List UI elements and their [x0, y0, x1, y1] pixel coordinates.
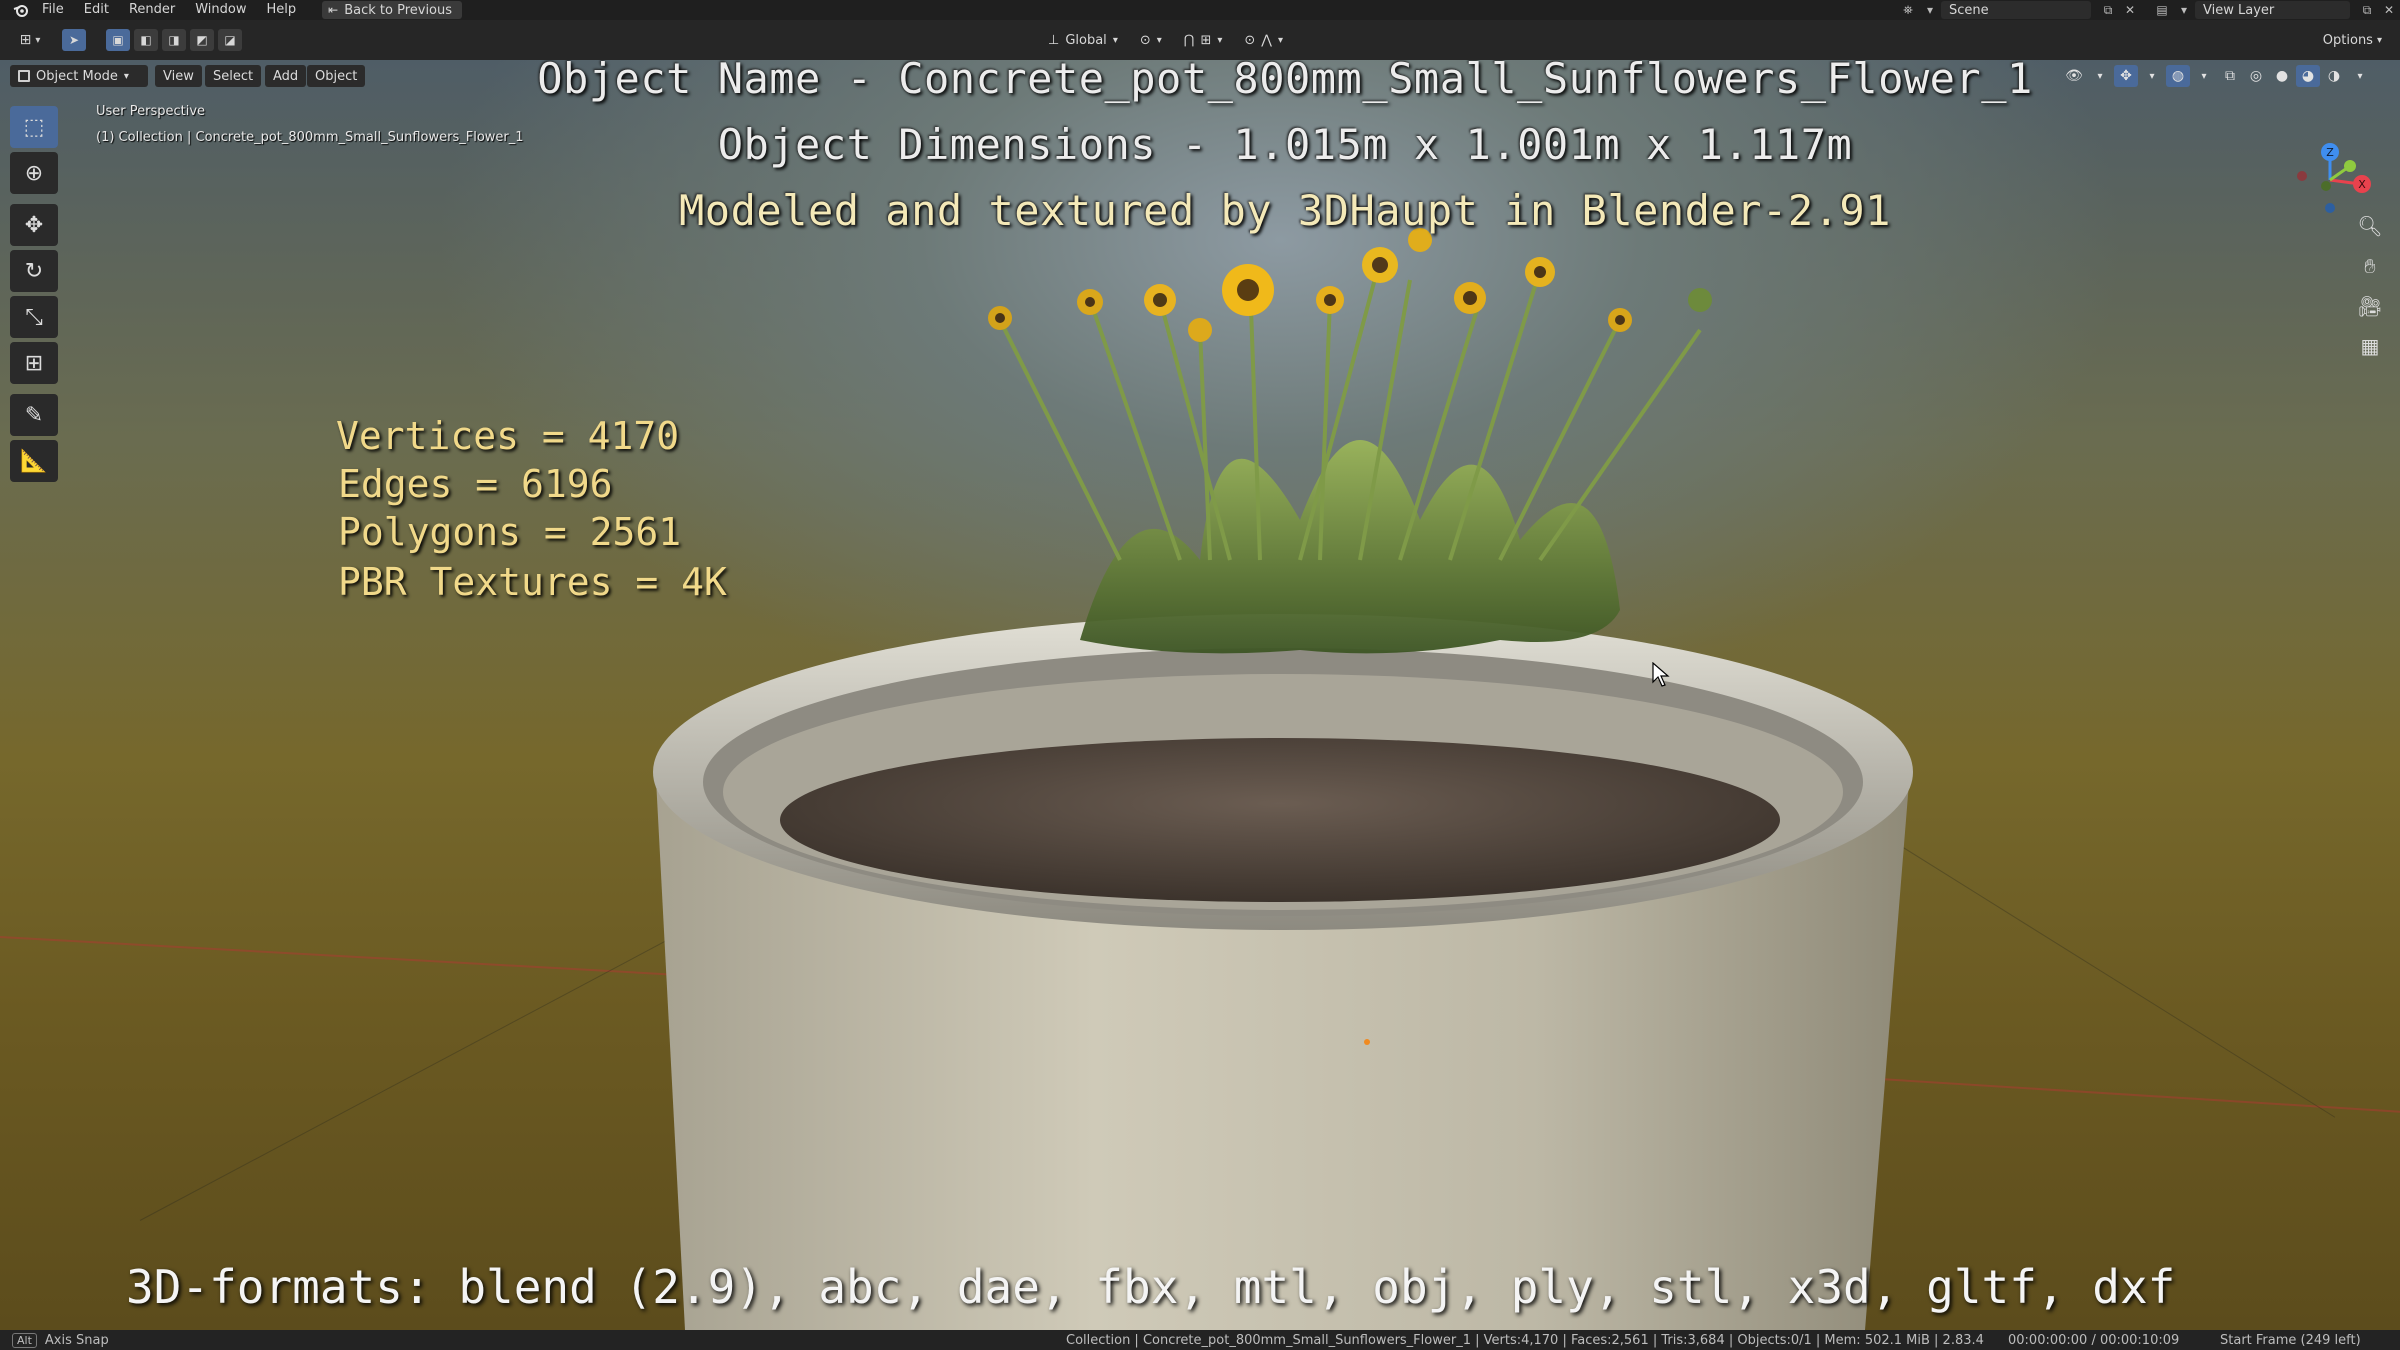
concrete-pot-model[interactable] — [0, 60, 2400, 1330]
orientation-icon: ⊥ — [1048, 32, 1060, 48]
topbar-right: ⛯ ▾ Scene ⧉ ✕ ▤ ▾ View Layer ⧉ ✕ — [1897, 0, 2400, 20]
vertices-stat: Vertices = 4170 — [336, 414, 680, 458]
polygons-stat: Polygons = 2561 — [338, 510, 682, 554]
chevron-down-icon: ▾ — [35, 34, 41, 46]
options-label: Options — [2322, 32, 2373, 48]
alt-key-badge: Alt — [12, 1332, 37, 1348]
snap-grid-icon: ⊞ — [1200, 32, 1212, 48]
options-dropdown[interactable]: Options ▾ — [2315, 29, 2390, 51]
back-to-previous-button[interactable]: ⇤ Back to Previous — [322, 1, 463, 19]
scene-browse-icon[interactable]: ⛯ — [1897, 1, 1919, 19]
pbr-textures-stat: PBR Textures = 4K — [338, 560, 727, 604]
view-layer-dropdown-chevron-icon[interactable]: ▾ — [2173, 1, 2195, 19]
menu-edit[interactable]: Edit — [74, 0, 119, 20]
select-tool-icon[interactable]: ➤ — [62, 29, 86, 51]
selection-mode-group: ➤ ▣ ◧ ◨ ◩ ◪ — [62, 29, 242, 51]
pivot-icon: ⊙ — [1139, 32, 1151, 48]
proportional-icon: ⊙ — [1244, 32, 1256, 48]
orientation-label: Global — [1065, 32, 1107, 48]
falloff-icon: ⋀ — [1261, 32, 1272, 48]
pan-hand-icon[interactable]: ✋︎ — [2352, 248, 2388, 284]
camera-icon[interactable]: 🎥︎ — [2352, 288, 2388, 324]
chevron-down-icon: ▾ — [2376, 34, 2382, 46]
export-formats-caption: 3D-formats: blend (2.9), abc, dae, fbx, … — [126, 1260, 2176, 1314]
delete-scene-icon[interactable]: ✕ — [2119, 1, 2141, 19]
view-layer-browse-icon[interactable]: ▤ — [2151, 1, 2173, 19]
3d-viewport[interactable]: Object Mode ▾ View Select Add Object Use… — [0, 60, 2400, 1330]
mode-subtract-icon[interactable]: ◨ — [162, 29, 186, 51]
mouse-cursor-icon — [1652, 662, 1670, 687]
back-button-label: Back to Previous — [344, 2, 453, 18]
ortho-grid-icon[interactable]: ▦ — [2352, 328, 2388, 364]
annotate-icon[interactable]: ✎ — [10, 394, 58, 436]
new-view-layer-icon[interactable]: ⧉ — [2356, 1, 2378, 19]
rotate-icon[interactable]: ↻ — [10, 250, 58, 292]
status-bar: Alt Axis Snap Collection | Concrete_pot_… — [0, 1330, 2400, 1350]
proportional-edit-toggle[interactable]: ⊙ ⋀ ▾ — [1236, 29, 1291, 51]
credit-title: Modeled and textured by 3DHaupt in Blend… — [679, 186, 1891, 235]
view-layer-field[interactable]: View Layer — [2195, 1, 2350, 19]
measure-icon[interactable]: 📐 — [10, 440, 58, 482]
scene-statistics: Collection | Concrete_pot_800mm_Small_Su… — [1066, 1332, 1984, 1348]
chevron-down-icon: ▾ — [1217, 34, 1223, 46]
menu-window[interactable]: Window — [185, 0, 256, 20]
chevron-down-icon: ▾ — [1112, 34, 1118, 46]
scene-name-field[interactable]: Scene — [1941, 1, 2091, 19]
status-hint: Alt Axis Snap — [12, 1332, 109, 1348]
timecode: 00:00:00:00 / 00:00:10:09 — [2008, 1332, 2180, 1348]
editor-header: ⊞ ▾ ➤ ▣ ◧ ◨ ◩ ◪ ⊥ Global ▾ ⊙ ▾ ⋂ ⊞ ▾ ⊙ ⋀ ▾ Opt… — [0, 20, 2400, 60]
transform-controls: ⊥ Global ▾ ⊙ ▾ ⋂ ⊞ ▾ ⊙ ⋀ ▾ — [1040, 29, 1291, 51]
editor-type-button[interactable]: ⊞ ▾ — [10, 28, 50, 52]
chevron-down-icon: ▾ — [1277, 34, 1283, 46]
mode-extend-icon[interactable]: ◧ — [134, 29, 158, 51]
pivot-point-dropdown[interactable]: ⊙ ▾ — [1132, 29, 1170, 51]
transform-icon[interactable]: ⊞ — [10, 342, 58, 384]
edges-stat: Edges = 6196 — [338, 462, 613, 506]
menu-render[interactable]: Render — [119, 0, 185, 20]
start-frame-info: Start Frame (249 left) — [2220, 1332, 2361, 1348]
scale-icon[interactable]: ⤡ — [10, 296, 58, 338]
object-dimensions-title: Object Dimensions - 1.015m x 1.001m x 1.… — [717, 120, 1853, 169]
mode-invert-icon[interactable]: ◩ — [190, 29, 214, 51]
snap-magnet-icon: ⋂ — [1183, 32, 1195, 48]
chevron-down-icon: ▾ — [1156, 34, 1162, 46]
axis-snap-hint: Axis Snap — [44, 1332, 109, 1348]
object-name-title: Object Name - Concrete_pot_800mm_Small_S… — [537, 60, 2033, 103]
menu-file[interactable]: File — [32, 0, 74, 20]
snap-toggle[interactable]: ⋂ ⊞ ▾ — [1176, 29, 1231, 51]
new-scene-icon[interactable]: ⧉ — [2097, 1, 2119, 19]
back-arrow-icon: ⇤ — [328, 3, 339, 17]
perspective-label: User Perspective — [96, 104, 206, 119]
transform-orientation-dropdown[interactable]: ⊥ Global ▾ — [1040, 29, 1126, 51]
editor-type-icon: ⊞ — [19, 32, 32, 48]
mode-set-icon[interactable]: ▣ — [106, 29, 130, 51]
top-menu-bar: File Edit Render Window Help ⇤ Back to P… — [0, 0, 2400, 20]
scene-name-label: Scene — [1949, 2, 1989, 18]
delete-view-layer-icon[interactable]: ✕ — [2378, 1, 2400, 19]
blender-logo-icon[interactable] — [10, 0, 32, 20]
menu-help[interactable]: Help — [257, 0, 307, 20]
mode-intersect-icon[interactable]: ◪ — [218, 29, 242, 51]
view-layer-label: View Layer — [2203, 2, 2275, 18]
scene-dropdown-chevron-icon[interactable]: ▾ — [1919, 1, 1941, 19]
